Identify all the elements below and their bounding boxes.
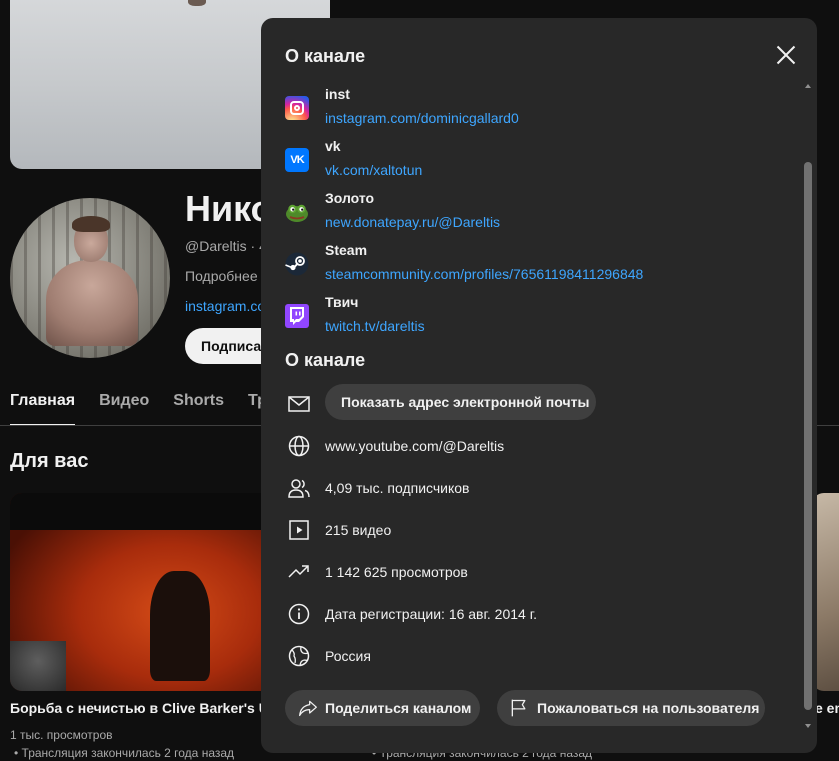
about-section-title: О канале — [285, 350, 366, 370]
instagram-icon — [285, 96, 309, 120]
channel-description-teaser[interactable]: Подробнее — [185, 268, 258, 284]
trending-icon — [288, 565, 309, 578]
channel-handle: @Dareltis · 4 — [185, 238, 267, 254]
link-name: vk — [325, 138, 341, 154]
country-row: Россия — [285, 644, 785, 668]
link-name: Золото — [325, 190, 375, 206]
channel-link-teaser[interactable]: instagram.co — [185, 298, 265, 314]
channel-tabs: Главная Видео Shorts Тра — [10, 392, 276, 426]
tab-videos[interactable]: Видео — [99, 392, 149, 426]
globe-icon — [288, 435, 310, 457]
link-url[interactable]: instagram.com/dominicgallard0 — [325, 110, 519, 126]
info-icon — [288, 603, 310, 625]
view-count: 1 142 625 просмотров — [325, 564, 468, 580]
section-title: Для вас — [10, 450, 89, 472]
link-name: Твич — [325, 294, 359, 310]
about-channel-dialog: О канале inst instagram.com/dominicgalla… — [261, 18, 817, 753]
tab-shorts[interactable]: Shorts — [173, 392, 224, 426]
video-status: • Трансляция закончилась 2 года назад — [14, 746, 235, 760]
video-title[interactable]: Борьба с нечистью в Clive Barker's Unc — [10, 700, 285, 716]
video-count: 215 видео — [325, 522, 392, 538]
scrollbar[interactable] — [804, 80, 814, 734]
flag-icon — [511, 699, 526, 717]
people-icon — [288, 479, 310, 498]
world-icon — [288, 645, 310, 667]
video-thumbnail[interactable] — [10, 493, 300, 691]
share-label: Поделиться каналом — [325, 700, 472, 716]
report-user-button[interactable]: Пожаловаться на пользователя — [497, 690, 765, 726]
share-channel-button[interactable]: Поделиться каналом — [285, 690, 480, 726]
channel-avatar[interactable] — [10, 198, 170, 358]
link-url[interactable]: new.donatepay.ru/@Dareltis — [325, 214, 500, 230]
scroll-down-arrow[interactable] — [805, 724, 811, 728]
channel-url[interactable]: www.youtube.com/@Dareltis — [325, 438, 504, 454]
close-icon[interactable] — [773, 42, 799, 68]
scroll-up-arrow[interactable] — [805, 84, 811, 88]
scrollbar-thumb[interactable] — [804, 162, 812, 710]
tab-home[interactable]: Главная — [10, 392, 76, 426]
join-date: Дата регистрации: 16 авг. 2014 г. — [325, 606, 537, 622]
subscribers-row: 4,09 тыс. подписчиков — [285, 476, 785, 500]
share-icon — [299, 700, 317, 717]
mail-icon — [288, 396, 310, 412]
country: Россия — [325, 648, 371, 664]
dialog-title: О канале — [285, 46, 366, 66]
video-icon — [289, 520, 309, 540]
report-label: Пожаловаться на пользователя — [537, 700, 760, 716]
pepe-frog-icon — [285, 200, 309, 224]
vk-icon: VK — [285, 148, 309, 172]
twitch-icon — [285, 304, 309, 328]
joined-row: Дата регистрации: 16 авг. 2014 г. — [285, 602, 785, 626]
views-row: 1 142 625 просмотров — [285, 560, 785, 584]
steam-icon — [285, 252, 309, 276]
video-views: 1 тыс. просмотров — [10, 728, 113, 742]
video-title[interactable]: е em — [815, 700, 839, 716]
link-url[interactable]: steamcommunity.com/profiles/765611984112… — [325, 266, 643, 282]
videos-row: 215 видео — [285, 518, 785, 542]
link-name: inst — [325, 86, 350, 102]
channel-url-row: www.youtube.com/@Dareltis — [285, 434, 785, 458]
channel-name: Нико — [185, 188, 273, 229]
subscriber-count: 4,09 тыс. подписчиков — [325, 480, 470, 496]
link-url[interactable]: vk.com/xaltotun — [325, 162, 422, 178]
show-email-button[interactable]: Показать адрес электронной почты — [325, 384, 596, 420]
link-url[interactable]: twitch.tv/dareltis — [325, 318, 425, 334]
link-name: Steam — [325, 242, 368, 258]
